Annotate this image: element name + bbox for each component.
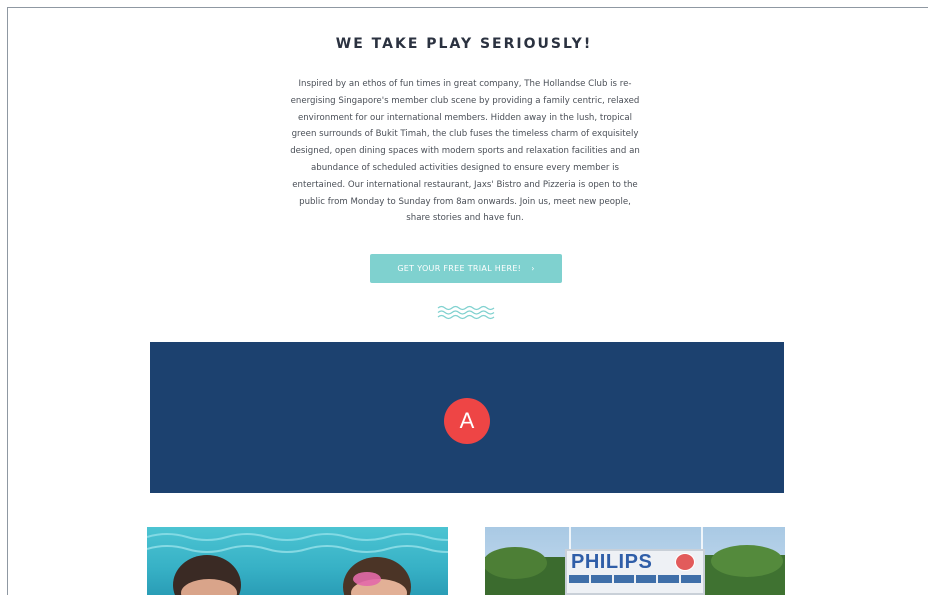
window-top-border: [7, 7, 928, 8]
intro-line: public from Monday to Sunday from 8am on…: [299, 196, 631, 207]
sponsor-badge-icon: [675, 553, 695, 571]
free-trial-button[interactable]: GET YOUR FREE TRIAL HERE! ›: [370, 254, 562, 283]
photo-philips-event: PHILIPS: [485, 527, 785, 595]
sponsor-logo-strip: [569, 575, 701, 583]
sponsor-logo: [680, 575, 701, 583]
wave-divider-icon: [437, 305, 495, 320]
intro-paragraph: Inspired by an ethos of fun times in gre…: [252, 76, 678, 227]
annotation-marker: A: [444, 398, 490, 444]
sponsor-banner-text: PHILIPS: [571, 551, 653, 573]
intro-line: share stories and have fun.: [406, 213, 524, 224]
intro-line: abundance of scheduled activities design…: [311, 162, 619, 173]
sponsor-logo: [591, 575, 612, 583]
sponsor-logo: [658, 575, 679, 583]
section-heading: WE TAKE PLAY SERIOUSLY!: [335, 36, 593, 52]
intro-line: Inspired by an ethos of fun times in gre…: [298, 79, 632, 89]
intro-line: entertained. Our international restauran…: [292, 179, 638, 190]
free-trial-button-label: GET YOUR FREE TRIAL HERE!: [397, 264, 522, 273]
window-left-border: [7, 8, 8, 595]
sponsor-logo: [613, 575, 634, 583]
intro-line: energising Singapore's member club scene…: [290, 95, 640, 106]
intro-line: green surrounds of Bukit Timah, the club…: [291, 129, 639, 140]
intro-line: environment for our international member…: [297, 112, 633, 123]
kids-swimming-illustration: [147, 533, 448, 595]
sponsor-logo: [569, 575, 590, 583]
sponsor-logo: [635, 575, 657, 583]
chevron-right-icon: ›: [531, 264, 535, 273]
intro-line: designed, open dining spaces with modern…: [290, 146, 640, 157]
photo-kids-swimming: [147, 527, 448, 595]
